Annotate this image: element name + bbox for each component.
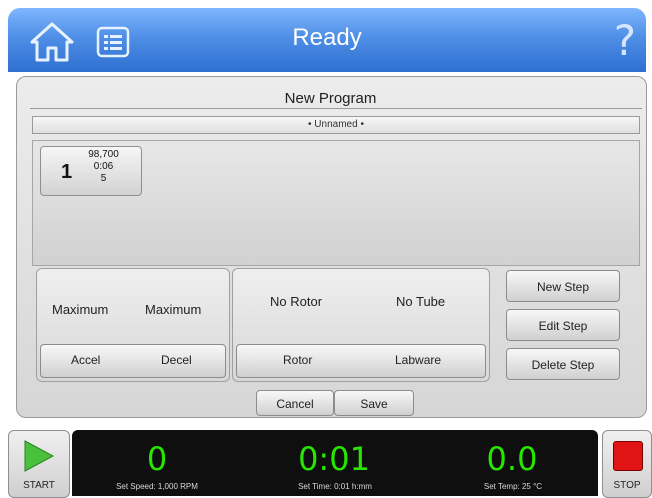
screen-title: Ready [292, 24, 362, 51]
status-display: 0 0:01 0.0 Set Speed: 1,000 RPM Set Time… [72, 430, 598, 496]
start-button[interactable]: START [8, 430, 70, 498]
set-speed-label: Set Speed: 1,000 RPM [116, 482, 198, 491]
speed-readout: 0 [146, 440, 168, 478]
step-card[interactable]: 1 98,700 0:06 5 [40, 146, 142, 196]
set-temp-label: Set Temp: 25 °C [483, 482, 543, 491]
title-divider [30, 108, 642, 109]
start-label: START [23, 480, 55, 491]
step-extra: 5 [100, 173, 107, 184]
step-number: 1 [61, 161, 73, 183]
accel-decel-button[interactable]: Accel Decel [40, 344, 226, 378]
rotor-value: No Rotor [270, 294, 323, 309]
header-bar: Ready ? [8, 8, 646, 72]
labware-button-label: Labware [395, 353, 442, 367]
step-time: 0:06 [93, 161, 114, 172]
stop-label: STOP [613, 480, 641, 491]
program-title: New Program [284, 90, 377, 107]
rotor-labware-button[interactable]: Rotor Labware [236, 344, 486, 378]
program-name-field[interactable]: • Unnamed • [32, 116, 640, 134]
accel-value: Maximum [52, 302, 109, 317]
stop-icon [613, 441, 643, 471]
help-icon[interactable]: ? [614, 16, 636, 65]
decel-button-label: Decel [161, 353, 192, 367]
new-step-button[interactable]: New Step [506, 270, 620, 302]
time-readout: 0:01 [298, 440, 370, 478]
save-button[interactable]: Save [334, 390, 414, 416]
edit-step-button[interactable]: Edit Step [506, 309, 620, 341]
cancel-button[interactable]: Cancel [256, 390, 334, 416]
accel-button-label: Accel [71, 353, 101, 367]
decel-value: Maximum [145, 302, 202, 317]
temp-readout: 0.0 [486, 440, 538, 478]
stop-button[interactable]: STOP [602, 430, 652, 498]
set-time-label: Set Time: 0:01 h:mm [298, 482, 372, 491]
tube-value: No Tube [396, 294, 446, 309]
delete-step-button[interactable]: Delete Step [506, 348, 620, 380]
play-icon [23, 439, 55, 478]
step-speed: 98,700 [88, 149, 119, 160]
step-values: 98,700 0:06 5 [81, 149, 126, 185]
rotor-button-label: Rotor [283, 353, 313, 367]
